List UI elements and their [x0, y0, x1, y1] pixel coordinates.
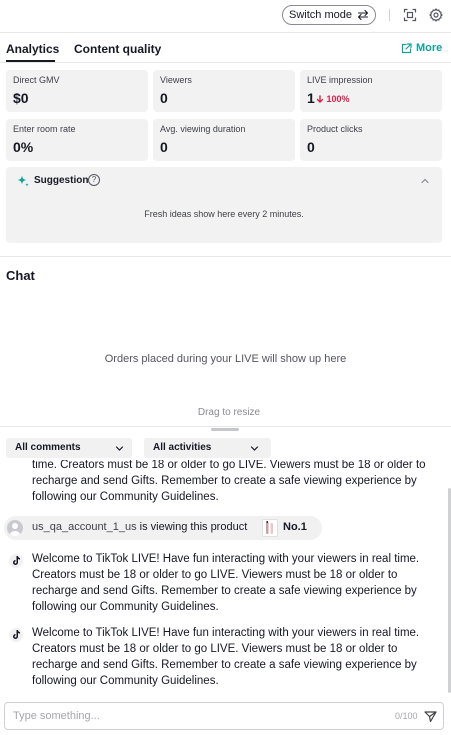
chat-message: Welcome to TikTok LIVE! Have fun interac… [32, 553, 420, 613]
metric-avg-viewing-duration: Avg. viewing duration 0 [153, 119, 295, 161]
metric-value: $0 [13, 90, 29, 106]
chevron-down-icon [115, 446, 124, 451]
metric-label: Enter room rate [13, 124, 76, 134]
drag-to-resize-label: Drag to resize [197, 407, 261, 418]
chat-title: Chat [6, 268, 35, 283]
viewing-action-text: is viewing this product [136, 521, 248, 533]
product-rank: No.1 [283, 521, 307, 533]
metric-direct-gmv: Direct GMV $0 [6, 70, 148, 112]
chevron-down-icon [250, 446, 259, 451]
metric-value: 0 [307, 139, 315, 155]
tabs-divider [0, 62, 451, 63]
chevron-up-icon[interactable] [420, 176, 430, 186]
metric-delta-value: 100% [326, 94, 350, 104]
chat-input[interactable] [13, 708, 383, 724]
fullscreen-icon[interactable] [403, 8, 417, 22]
section-divider [0, 256, 451, 257]
metric-live-impression: LIVE impression 1 100% [300, 70, 442, 112]
chat-message: time. Creators must be 18 or older to go… [32, 460, 426, 503]
chat-message-list[interactable]: time. Creators must be 18 or older to go… [0, 460, 451, 698]
metric-label: Product clicks [307, 124, 363, 134]
help-icon[interactable]: ? [88, 174, 100, 186]
more-label: More [416, 42, 443, 54]
viewing-product-row: us_qa_account_1_us is viewing this produ… [4, 516, 322, 540]
comments-filter-dropdown[interactable]: All comments [6, 438, 132, 458]
arrow-down-icon [316, 95, 324, 103]
chat-message: Welcome to TikTok LIVE! Have fun interac… [32, 627, 420, 687]
metric-enter-room-rate: Enter room rate 0% [6, 119, 148, 161]
settings-gear-icon[interactable] [429, 8, 443, 22]
suggestion-title: Suggestion [34, 175, 89, 186]
viewing-text: us_qa_account_1_us is viewing this produ… [32, 521, 247, 533]
metric-viewers: Viewers 0 [153, 70, 295, 112]
char-counter: 0/100 [395, 711, 418, 721]
avatar [7, 520, 23, 536]
top-bar: Switch mode [0, 0, 451, 32]
viewer-username[interactable]: us_qa_account_1_us [32, 521, 137, 533]
metric-delta: 100% [316, 94, 350, 104]
suggestion-text: Fresh ideas show here every 2 minutes. [144, 209, 304, 219]
switch-mode-button[interactable]: Switch mode [282, 5, 376, 25]
send-icon[interactable] [424, 710, 437, 723]
activities-filter-dropdown[interactable]: All activities [144, 438, 271, 458]
tiktok-icon [9, 628, 23, 642]
metric-label: Viewers [160, 75, 192, 85]
suggestion-panel: Suggestion ? Fresh ideas show here every… [6, 167, 442, 243]
chat-input-box[interactable]: 0/100 [4, 702, 444, 730]
metric-value: 0% [13, 139, 34, 155]
metric-value: 1 [307, 90, 315, 106]
sparkle-icon [17, 175, 29, 187]
tiktok-icon [9, 554, 23, 568]
external-link-icon [401, 42, 412, 53]
tab-analytics[interactable]: Analytics [6, 42, 59, 56]
resize-divider[interactable] [0, 426, 451, 427]
header-divider [0, 32, 451, 33]
activities-filter-value: All activities [153, 442, 212, 453]
metric-value: 0 [160, 90, 168, 106]
product-image-icon [266, 521, 273, 534]
swap-icon [357, 9, 369, 21]
metric-product-clicks: Product clicks 0 [300, 119, 442, 161]
product-thumbnail[interactable] [262, 519, 278, 537]
comments-filter-value: All comments [15, 442, 81, 453]
resize-drag-handle[interactable] [211, 428, 239, 431]
metric-label: LIVE impression [307, 75, 373, 85]
switch-mode-label: Switch mode [289, 9, 352, 21]
default-avatar-icon [9, 523, 21, 536]
orders-empty-text: Orders placed during your LIVE will show… [104, 353, 347, 365]
metric-value: 0 [160, 139, 168, 155]
toolbar-divider [389, 9, 390, 21]
more-link[interactable]: More [401, 42, 442, 54]
metric-label: Direct GMV [13, 75, 60, 85]
tab-content-quality[interactable]: Content quality [74, 42, 161, 56]
metric-label: Avg. viewing duration [160, 124, 246, 134]
